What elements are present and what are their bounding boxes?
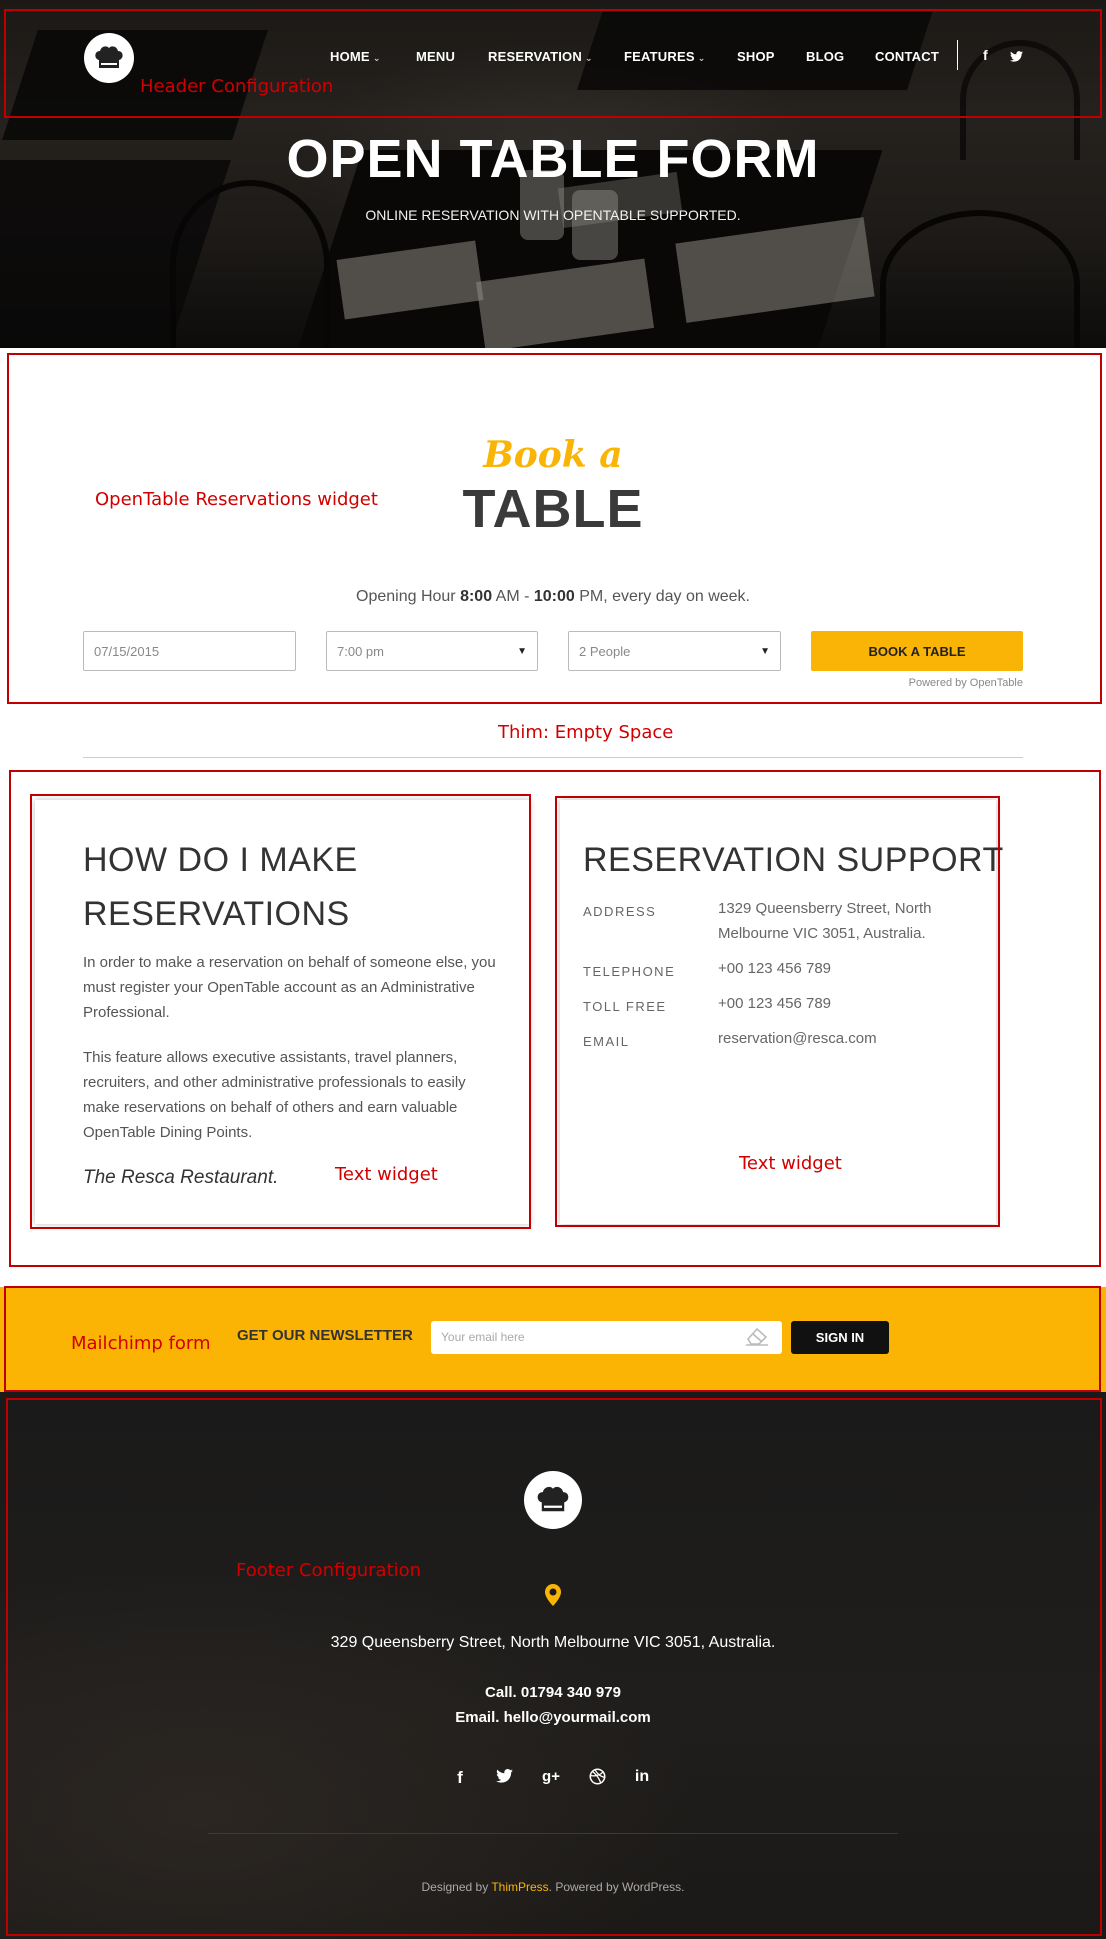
opening-hours: Opening Hour 8:00 AM - 10:00 PM, every d… (356, 588, 750, 605)
how-heading-line1: HOW DO I MAKE (83, 841, 358, 879)
twitter-icon[interactable] (492, 1768, 516, 1788)
chef-hat-icon (95, 46, 123, 68)
annotation-text-widget-1: Text widget (335, 1164, 438, 1185)
how-paragraph-1: In order to make a reservation on behalf… (83, 954, 496, 1021)
support-heading: RESERVATION SUPPORT (583, 841, 1004, 879)
eraser-icon (745, 1325, 769, 1349)
address-label: ADDRESS (583, 904, 657, 919)
newsletter-email-input[interactable]: Your email here (431, 1321, 782, 1354)
dropdown-arrow-icon: ▼ (760, 645, 770, 657)
powered-by-opentable[interactable]: Powered by OpenTable (909, 677, 1023, 689)
annotation-empty-space: Thim: Empty Space (498, 722, 674, 743)
date-field[interactable]: 07/15/2015 (83, 631, 296, 671)
nav-contact[interactable]: CONTACT (875, 49, 939, 64)
twitter-icon[interactable] (1010, 49, 1023, 65)
footer-credits: Designed by ThimPress. Powered by WordPr… (421, 1880, 685, 1894)
footer-email[interactable]: Email. hello@yourmail.com (0, 1709, 1106, 1726)
time-select[interactable]: 7:00 pm ▼ (326, 631, 538, 671)
annotation-header: Header Configuration (140, 76, 334, 97)
footer-logo[interactable] (524, 1471, 582, 1529)
facebook-icon[interactable]: f (448, 1768, 472, 1788)
page-title: OPEN TABLE FORM (286, 129, 820, 189)
dribbble-icon[interactable] (585, 1768, 609, 1790)
map-pin-icon (543, 1583, 563, 1612)
nav-divider (957, 40, 958, 70)
nav-menu[interactable]: MENU (416, 49, 455, 64)
linkedin-icon[interactable]: in (630, 1768, 654, 1786)
book-script-title: Book a (483, 434, 623, 476)
toll-free-value[interactable]: +00 123 456 789 (718, 991, 831, 1016)
address-value: 1329 Queensberry Street, North Melbourne… (718, 900, 932, 942)
telephone-label: TELEPHONE (583, 964, 676, 979)
section-divider (83, 757, 1023, 758)
book-table-button[interactable]: BOOK A TABLE (811, 631, 1023, 671)
newsletter-label: GET OUR NEWSLETTER (237, 1327, 413, 1344)
dropdown-arrow-icon: ▼ (517, 645, 527, 657)
footer-phone[interactable]: Call. 01794 340 979 (0, 1684, 1106, 1701)
how-heading-line2: RESERVATIONS (83, 895, 350, 933)
signature: The Resca Restaurant. (83, 1167, 279, 1188)
google-plus-icon[interactable]: g+ (539, 1768, 563, 1785)
email-label: EMAIL (583, 1034, 630, 1049)
nav-features[interactable]: FEATURES ⌄ (624, 49, 705, 64)
nav-reservation[interactable]: RESERVATION ⌄ (488, 49, 593, 64)
site-logo[interactable] (84, 33, 134, 83)
telephone-value[interactable]: +00 123 456 789 (718, 956, 831, 981)
chevron-down-icon: ⌄ (584, 53, 593, 63)
annotation-text-widget-2: Text widget (739, 1153, 842, 1174)
newsletter-sign-in-button[interactable]: SIGN IN (791, 1321, 889, 1354)
annotation-mailchimp: Mailchimp form (71, 1333, 211, 1354)
chevron-down-icon: ⌄ (697, 53, 706, 63)
page-subtitle: ONLINE RESERVATION WITH OPENTABLE SUPPOR… (365, 207, 741, 223)
toll-free-label: TOLL FREE (583, 999, 667, 1014)
party-size-select[interactable]: 2 People ▼ (568, 631, 781, 671)
how-paragraph-2: This feature allows executive assistants… (83, 1049, 466, 1141)
nav-home[interactable]: HOME ⌄ (330, 49, 381, 64)
footer-divider (208, 1833, 898, 1834)
footer-address: 329 Queensberry Street, North Melbourne … (330, 1634, 776, 1651)
annotation-opentable: OpenTable Reservations widget (95, 489, 378, 510)
nav-shop[interactable]: SHOP (737, 49, 775, 64)
chevron-down-icon: ⌄ (372, 53, 381, 63)
annotation-footer: Footer Configuration (236, 1560, 422, 1581)
chef-hat-icon (537, 1486, 569, 1512)
facebook-icon[interactable]: f (983, 47, 988, 63)
nav-blog[interactable]: BLOG (806, 49, 844, 64)
thimpress-link[interactable]: ThimPress (491, 1880, 548, 1894)
email-value[interactable]: reservation@resca.com (718, 1026, 877, 1051)
